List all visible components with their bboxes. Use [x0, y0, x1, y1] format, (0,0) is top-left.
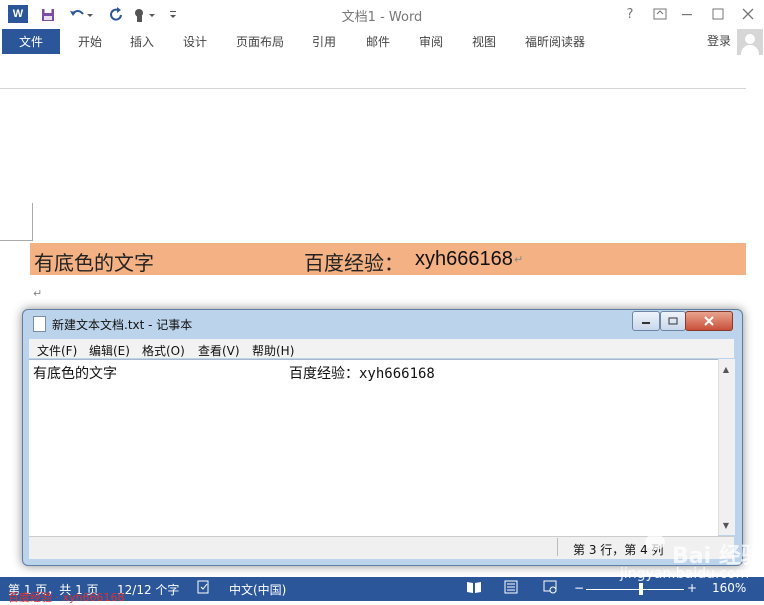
proofing-icon[interactable] — [197, 580, 211, 598]
notepad-icon — [33, 316, 46, 332]
maximize-icon[interactable] — [708, 4, 728, 24]
tab-mailings[interactable]: 邮件 — [366, 33, 390, 50]
watermark-red-text: 百度经验 · xyh666168 — [8, 591, 125, 604]
word-count[interactable]: 12/12 个字 — [117, 581, 179, 598]
margin-mark — [32, 203, 33, 241]
zoom-in-button[interactable]: + — [687, 581, 697, 595]
notepad-text-right: 百度经验：xyh666168 — [289, 366, 435, 382]
tab-insert[interactable]: 插入 — [130, 33, 154, 50]
vertical-scrollbar[interactable] — [746, 55, 764, 575]
tab-view[interactable]: 视图 — [472, 33, 496, 50]
notepad-menu-format[interactable]: 格式(O) — [142, 342, 185, 359]
paragraph-mark: ↵ — [514, 253, 524, 266]
tab-foxit-reader[interactable]: 福昕阅读器 — [525, 33, 585, 50]
web-layout-icon[interactable] — [543, 580, 557, 598]
notepad-menu-help[interactable]: 帮助(H) — [252, 342, 294, 359]
notepad-scrollbar[interactable] — [718, 359, 735, 535]
language-indicator[interactable]: 中文(中国) — [229, 581, 286, 598]
notepad-menu-view[interactable]: 查看(V) — [198, 342, 240, 359]
read-mode-icon[interactable] — [466, 580, 482, 598]
tab-file[interactable]: 文件 — [2, 29, 60, 54]
notepad-menu-file[interactable]: 文件(F) — [37, 342, 77, 359]
scroll-down-icon[interactable]: ▼ — [718, 518, 734, 532]
notepad-text-left: 有底色的文字 — [33, 366, 117, 382]
notepad-menu-bar — [29, 339, 734, 358]
paragraph-mark: ↵ — [33, 287, 43, 300]
print-layout-icon[interactable] — [504, 580, 518, 598]
tab-design[interactable]: 设计 — [183, 33, 207, 50]
zoom-slider[interactable] — [586, 589, 684, 590]
document-text-label[interactable]: 百度经验： — [304, 247, 404, 276]
tab-page-layout[interactable]: 页面布局 — [236, 33, 284, 50]
zoom-out-button[interactable]: − — [574, 581, 584, 595]
status-divider — [557, 538, 558, 556]
close-icon[interactable] — [738, 4, 758, 24]
help-icon[interactable]: ? — [620, 4, 640, 24]
notepad-maximize-button[interactable] — [660, 311, 686, 331]
notepad-text-area[interactable] — [29, 359, 718, 536]
watermark-url: jingyan.baidu.com — [620, 566, 750, 582]
ribbon-divider — [0, 88, 746, 89]
ribbon-display-options-icon[interactable] — [650, 4, 670, 24]
login-link[interactable]: 登录 — [707, 32, 731, 49]
document-text-value[interactable]: xyh666168 — [415, 248, 513, 271]
tab-home[interactable]: 开始 — [78, 33, 102, 50]
notepad-minimize-button[interactable] — [632, 311, 660, 331]
notepad-menu-edit[interactable]: 编辑(E) — [89, 342, 130, 359]
tab-review[interactable]: 审阅 — [419, 33, 443, 50]
baidu-paw-watermark-icon — [636, 518, 672, 563]
margin-mark — [0, 240, 32, 241]
minimize-icon[interactable] — [677, 4, 697, 24]
scroll-up-icon[interactable]: ▲ — [718, 362, 734, 376]
notepad-title: 新建文本文档.txt - 记事本 — [52, 318, 193, 332]
zoom-slider-thumb[interactable] — [639, 583, 643, 595]
tab-references[interactable]: 引用 — [312, 33, 336, 50]
notepad-close-button[interactable] — [685, 311, 733, 331]
avatar[interactable] — [737, 29, 763, 55]
document-text-left[interactable]: 有底色的文字 — [34, 247, 154, 276]
zoom-level[interactable]: 160% — [712, 581, 746, 595]
